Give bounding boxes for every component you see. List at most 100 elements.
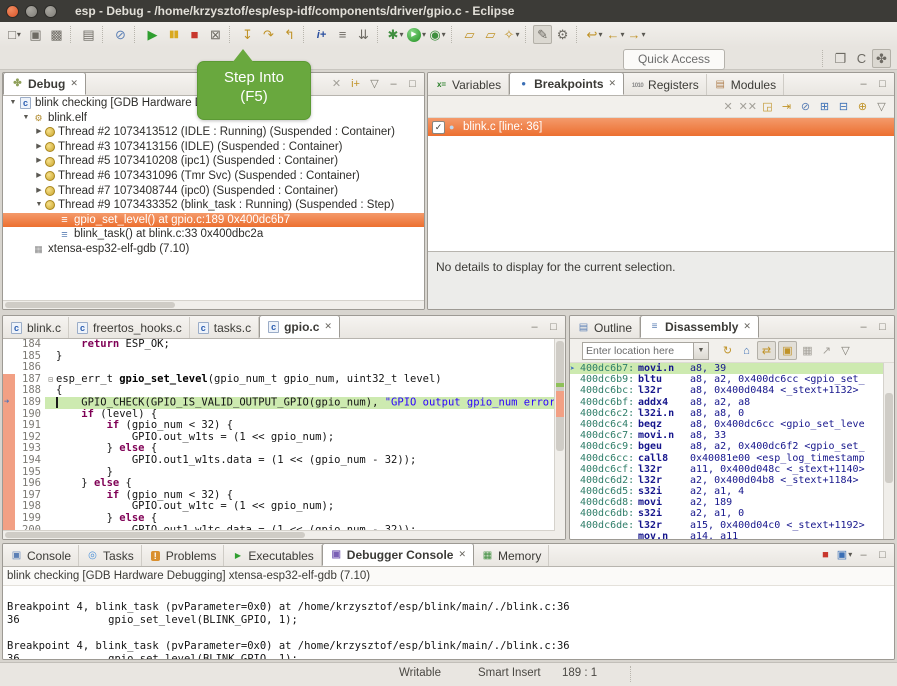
disassembly-row[interactable]: 400dc6d2:l32ra2, 0x400d04b8 <_stext+1184… — [570, 475, 894, 486]
search-button[interactable]: ✧▾ — [501, 25, 522, 44]
tab-tasks[interactable]: Tasks — [79, 545, 142, 566]
dropdown-arrow-icon[interactable]: ▾ — [515, 30, 519, 39]
tab-disassembly[interactable]: Disassembly✕ — [640, 315, 759, 338]
skip-all-breakpoints-button[interactable]: ⊘ — [110, 25, 131, 44]
debug-tree-hscrollbar[interactable] — [3, 300, 424, 309]
quick-access-button[interactable]: Quick Access — [623, 49, 725, 70]
open-new-view-button[interactable]: ▦ — [799, 342, 816, 359]
minimize-button[interactable]: – — [855, 546, 872, 563]
terminate-button[interactable]: ■ — [184, 25, 205, 44]
profile-button[interactable]: ◉▾ — [427, 25, 448, 44]
go-to-file-for-breakpoint-button[interactable]: ⇥ — [778, 98, 795, 115]
debug-tree-item[interactable]: ▶Thread #2 1073413512 (IDLE : Running) (… — [3, 125, 424, 140]
disassembly-row[interactable]: 400dc6c9:bgeua8, a2, 0x400dc6f2 <gpio_se… — [570, 441, 894, 452]
show-breakpoints-for-selected-button[interactable]: ◲ — [759, 98, 776, 115]
tab-debug[interactable]: Debug✕ — [3, 72, 86, 95]
debug-tree-item[interactable]: ▼Thread #9 1073433352 (blink_task : Runn… — [3, 198, 424, 213]
breakpoint-row[interactable]: ✓●blink.c [line: 36] — [428, 118, 894, 136]
tab-problems[interactable]: Problems — [142, 545, 225, 566]
location-dropdown-icon[interactable]: ▼ — [694, 342, 709, 360]
link-with-debug-view-button[interactable]: ⊕ — [854, 98, 871, 115]
display-selected-console-button[interactable]: ▣▾ — [836, 546, 853, 563]
dropdown-arrow-icon[interactable]: ▾ — [399, 30, 403, 39]
disassembly-row[interactable]: 400dc6d5:s32ia2, a1, 4 — [570, 486, 894, 497]
location-input[interactable]: Enter location here — [582, 342, 694, 360]
step-over-button[interactable]: ↷ — [258, 25, 279, 44]
expand-arrow-icon[interactable]: ▶ — [33, 184, 45, 199]
editor-line[interactable]: 185} — [3, 351, 565, 363]
c-cpp-perspective-button[interactable]: C — [851, 49, 872, 68]
expand-arrow-icon[interactable]: ▶ — [33, 169, 45, 184]
disassembly-row[interactable]: 400dc6c7:movi.na8, 33 — [570, 430, 894, 441]
debug-button[interactable]: ✱▾ — [385, 25, 406, 44]
open-element-button[interactable]: ▱ — [459, 25, 480, 44]
disassembly-vscrollbar[interactable] — [883, 363, 894, 539]
minimize-button[interactable]: – — [526, 318, 543, 335]
dropdown-arrow-icon[interactable]: ▾ — [598, 30, 602, 39]
editor-line[interactable]: 186 — [3, 362, 565, 374]
last-edit-location-button[interactable]: ↩▾ — [584, 25, 605, 44]
collapse-arrow-icon[interactable]: ▼ — [7, 96, 19, 111]
tab-gpio-c[interactable]: gpio.c✕ — [259, 315, 340, 338]
disassembly-listing[interactable]: ➤400dc6b7:movi.na8, 39400dc6b9:bltua8, a… — [570, 363, 894, 539]
editor-line[interactable]: 190 if (level) { — [3, 409, 565, 421]
dropdown-arrow-icon[interactable]: ▾ — [442, 30, 446, 39]
link-view-button[interactable]: ↗ — [818, 342, 835, 359]
minimize-button[interactable]: – — [385, 75, 402, 92]
annotations-button[interactable]: ⚙ — [552, 25, 573, 44]
home-button[interactable]: ⌂ — [738, 342, 755, 359]
disassembly-row[interactable]: 400dc6d8:movia2, 189 — [570, 497, 894, 508]
close-icon[interactable]: ✕ — [324, 321, 332, 332]
step-filters-button[interactable]: ≡ — [332, 25, 353, 44]
tab-freertos-hooks-c[interactable]: freertos_hooks.c — [69, 317, 190, 338]
editor-line[interactable]: 198 GPIO.out_w1tc = (1 << gpio_num); — [3, 501, 565, 513]
close-icon[interactable]: ✕ — [458, 549, 466, 560]
disassembly-row[interactable]: 400dc6b9:bltua8, a2, 0x400dc6cc <gpio_se… — [570, 374, 894, 385]
editor-line[interactable]: 191 if (gpio_num < 32) { — [3, 420, 565, 432]
maximize-button[interactable]: □ — [874, 75, 891, 92]
collapse-arrow-icon[interactable]: ▼ — [20, 111, 32, 126]
tab-breakpoints[interactable]: Breakpoints✕ — [509, 72, 624, 95]
editor-line[interactable]: ➔189 GPIO_CHECK(GPIO_IS_VALID_OUTPUT_GPI… — [3, 397, 565, 409]
print-button[interactable]: ▤ — [78, 25, 99, 44]
view-menu-button[interactable]: ▽ — [873, 98, 890, 115]
tab-variables[interactable]: Variables — [428, 74, 509, 95]
editor-line[interactable]: 199 } else { — [3, 513, 565, 525]
run-button[interactable]: ▶▾ — [406, 25, 427, 44]
view-menu-button[interactable]: ▽ — [837, 342, 854, 359]
expand-arrow-icon[interactable]: ▶ — [33, 125, 45, 140]
disassembly-row[interactable]: 400dc6cf:l32ra11, 0x400d048c <_stext+114… — [570, 464, 894, 475]
refresh-button[interactable]: ↻ — [719, 342, 736, 359]
back-button[interactable]: ←▾ — [605, 25, 626, 44]
debug-tree-item[interactable]: xtensa-esp32-elf-gdb (7.10) — [3, 242, 424, 257]
tab-blink-c[interactable]: blink.c — [3, 317, 69, 338]
view-menu-button[interactable]: ▽ — [366, 75, 383, 92]
tab-tasks-c[interactable]: tasks.c — [190, 317, 259, 338]
dropdown-arrow-icon[interactable]: ▾ — [642, 30, 646, 39]
mark-occurrences-button[interactable]: ✎ — [533, 25, 552, 44]
minimize-button[interactable]: – — [855, 75, 872, 92]
minimize-button[interactable]: – — [855, 318, 872, 335]
remove-all-breakpoints-button[interactable]: ✕✕ — [739, 98, 757, 115]
debug-perspective-button[interactable]: ✤ — [872, 49, 891, 68]
expand-arrow-icon[interactable]: ▶ — [33, 154, 45, 169]
open-perspective-button[interactable]: ❐ — [830, 49, 851, 68]
code-editor[interactable]: 184 return ESP_OK;185}186187⊟esp_err_t g… — [3, 339, 565, 540]
tab-registers[interactable]: Registers — [624, 74, 707, 95]
editor-line[interactable]: 187⊟esp_err_t gpio_set_level(gpio_num_t … — [3, 374, 565, 386]
resume-button[interactable]: ▶ — [142, 25, 163, 44]
fold-collapse-icon[interactable]: ⊟ — [45, 374, 56, 386]
tab-executables[interactable]: Executables — [224, 545, 321, 566]
debug-tree-item[interactable]: ▶Thread #6 1073431096 (Tmr Svc) (Suspend… — [3, 169, 424, 184]
minimize-button[interactable] — [25, 5, 38, 18]
editor-line[interactable]: 188{ — [3, 385, 565, 397]
close-icon[interactable]: ✕ — [609, 78, 617, 89]
open-resource-button[interactable]: ▱ — [480, 25, 501, 44]
follow-pc-button[interactable]: ⇄ — [757, 341, 776, 360]
sync-with-selection-button[interactable]: ▣ — [778, 341, 797, 360]
console-terminate-button[interactable]: ■ — [817, 546, 834, 563]
tab-memory[interactable]: Memory — [474, 545, 549, 566]
editor-hscrollbar[interactable] — [3, 530, 555, 539]
maximize-button[interactable] — [44, 5, 57, 18]
new-wizard-button[interactable]: □▾ — [4, 25, 25, 44]
